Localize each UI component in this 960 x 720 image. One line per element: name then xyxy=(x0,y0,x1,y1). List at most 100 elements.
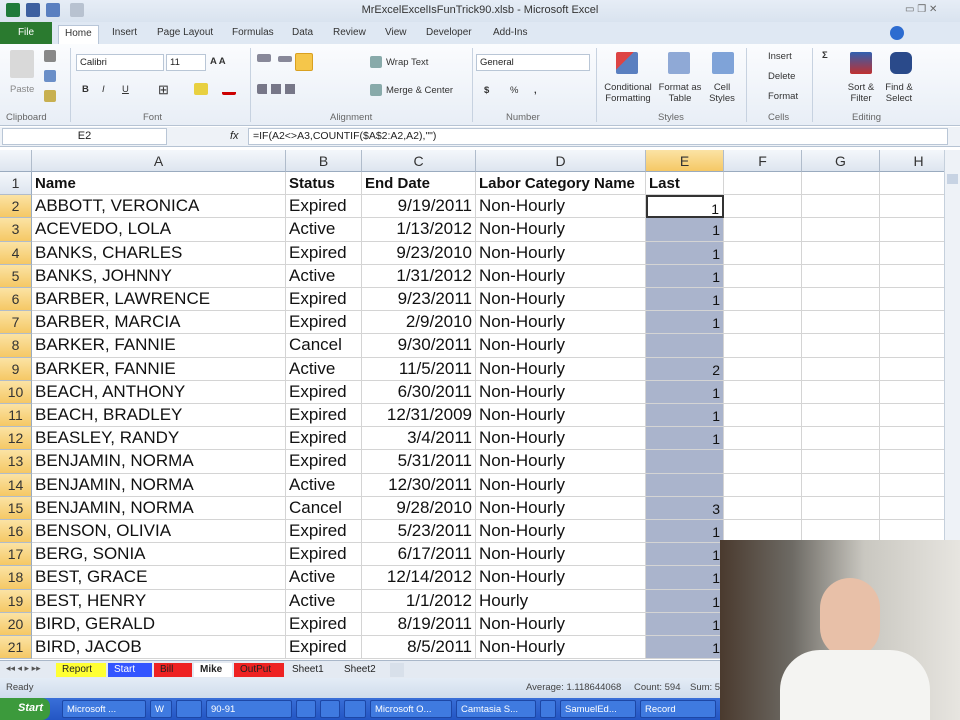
cell[interactable]: BIRD, GERALD xyxy=(32,612,286,636)
scroll-thumb[interactable] xyxy=(947,174,958,184)
taskbar-item[interactable] xyxy=(176,700,202,718)
column-header-a[interactable]: A xyxy=(32,150,286,172)
delete-cells-button[interactable]: Delete xyxy=(768,71,795,82)
cell[interactable]: 1/13/2012 xyxy=(362,218,476,242)
cell[interactable]: 12/30/2011 xyxy=(362,473,476,497)
taskbar-item[interactable]: SamuelEd... xyxy=(560,700,636,718)
cell[interactable] xyxy=(880,242,944,265)
sheet-tab-sheet2[interactable]: Sheet2 xyxy=(338,663,388,677)
row-header[interactable]: 2 xyxy=(0,195,32,219)
cell[interactable] xyxy=(802,241,880,265)
row-header[interactable]: 19 xyxy=(0,589,32,613)
cell[interactable]: BERG, SONIA xyxy=(32,543,286,567)
cell[interactable]: 9/30/2011 xyxy=(362,334,476,358)
align-text-icons[interactable] xyxy=(257,84,297,94)
row-header[interactable]: 16 xyxy=(0,520,32,544)
cell[interactable]: 9/23/2011 xyxy=(362,288,476,312)
select-all-corner[interactable] xyxy=(0,150,32,172)
header-cell[interactable]: End Date xyxy=(362,172,476,196)
cell[interactable]: Active xyxy=(286,218,362,242)
sheet-tab-bill[interactable]: Bill xyxy=(154,663,192,677)
cell[interactable]: Non-Hourly xyxy=(476,288,646,312)
tab-data[interactable]: Data xyxy=(286,25,319,40)
taskbar-item[interactable]: Microsoft O... xyxy=(370,700,452,718)
cell[interactable] xyxy=(880,218,944,242)
cell[interactable] xyxy=(724,311,802,335)
row-header[interactable]: 10 xyxy=(0,380,32,404)
cell[interactable] xyxy=(802,334,880,358)
format-as-table-button[interactable]: Format as Table xyxy=(656,82,704,104)
cell[interactable] xyxy=(724,427,802,451)
cell[interactable]: Expired xyxy=(286,195,362,219)
cell[interactable]: 8/19/2011 xyxy=(362,612,476,636)
cell[interactable] xyxy=(802,357,880,381)
cell[interactable]: 1 xyxy=(646,264,724,288)
tab-home[interactable]: Home xyxy=(58,25,99,44)
cell[interactable] xyxy=(802,380,880,404)
cell[interactable]: Non-Hourly xyxy=(476,264,646,288)
column-header-g[interactable]: G xyxy=(802,150,880,172)
comma-button[interactable]: , xyxy=(534,85,537,96)
conditional-formatting-button[interactable]: Conditional Formatting xyxy=(600,82,656,104)
column-header-f[interactable]: F xyxy=(724,150,802,172)
column-header-e[interactable]: E xyxy=(646,150,724,172)
cell[interactable]: Cancel xyxy=(286,334,362,358)
cell[interactable]: Non-Hourly xyxy=(476,636,646,660)
cell[interactable]: Non-Hourly xyxy=(476,357,646,381)
cell[interactable]: BARKER, FANNIE xyxy=(32,357,286,381)
cell[interactable] xyxy=(880,404,944,428)
tab-page-layout[interactable]: Page Layout xyxy=(151,25,219,40)
cell[interactable] xyxy=(802,218,880,242)
cell[interactable]: 12/31/2009 xyxy=(362,404,476,428)
cell[interactable] xyxy=(880,195,944,219)
cell[interactable]: Non-Hourly xyxy=(476,543,646,567)
grow-font-button[interactable]: A A xyxy=(210,56,226,67)
row-header[interactable]: 17 xyxy=(0,543,32,567)
cell[interactable] xyxy=(724,218,802,242)
merge-center-button[interactable]: Merge & Center xyxy=(386,85,453,96)
sheet-tab-sheet1[interactable]: Sheet1 xyxy=(286,663,336,677)
cell[interactable]: Expired xyxy=(286,311,362,335)
sort-filter-button[interactable]: Sort & Filter xyxy=(846,82,876,104)
cell[interactable] xyxy=(880,474,944,497)
taskbar-item[interactable]: 90-91 xyxy=(206,700,292,718)
window-controls[interactable]: ▭ ❐ ✕ xyxy=(905,4,937,15)
cell[interactable] xyxy=(802,288,880,312)
borders-icon[interactable]: ⊞ xyxy=(158,82,169,98)
cell[interactable]: Non-Hourly xyxy=(476,195,646,219)
cell[interactable]: Expired xyxy=(286,241,362,265)
cell[interactable]: 11/5/2011 xyxy=(362,357,476,381)
cell[interactable] xyxy=(724,241,802,265)
cell[interactable]: 1 xyxy=(646,612,724,636)
cell[interactable]: 2 xyxy=(646,357,724,381)
bold-button[interactable]: B xyxy=(82,84,89,95)
cell[interactable] xyxy=(724,496,802,520)
taskbar-item[interactable] xyxy=(540,700,556,718)
cell[interactable] xyxy=(646,450,724,474)
column-header-c[interactable]: C xyxy=(362,150,476,172)
cell[interactable] xyxy=(880,288,944,312)
cell-styles-button[interactable]: Cell Styles xyxy=(704,82,740,104)
currency-button[interactable]: $ xyxy=(484,85,489,96)
cell[interactable]: BENJAMIN, NORMA xyxy=(32,450,286,474)
row-header[interactable]: 18 xyxy=(0,566,32,590)
cell[interactable]: 9/23/2010 xyxy=(362,241,476,265)
row-header[interactable]: 5 xyxy=(0,264,32,288)
cell[interactable] xyxy=(880,427,944,451)
cell[interactable] xyxy=(724,380,802,404)
cell[interactable]: ACEVEDO, LOLA xyxy=(32,218,286,242)
cell[interactable] xyxy=(724,357,802,381)
cell[interactable]: BARBER, LAWRENCE xyxy=(32,288,286,312)
row-header[interactable]: 3 xyxy=(0,218,32,242)
cell[interactable] xyxy=(802,450,880,474)
cell[interactable] xyxy=(802,172,880,196)
row-header[interactable]: 11 xyxy=(0,404,32,428)
row-header[interactable]: 6 xyxy=(0,288,32,312)
header-cell[interactable]: Status xyxy=(286,172,362,196)
cell[interactable]: Non-Hourly xyxy=(476,566,646,590)
row-header[interactable]: 21 xyxy=(0,636,32,660)
cell[interactable] xyxy=(880,172,944,196)
autosum-button[interactable]: Σ xyxy=(822,50,828,61)
cell[interactable]: 1 xyxy=(646,520,724,544)
sheet-tab-mike[interactable]: Mike xyxy=(194,663,232,677)
